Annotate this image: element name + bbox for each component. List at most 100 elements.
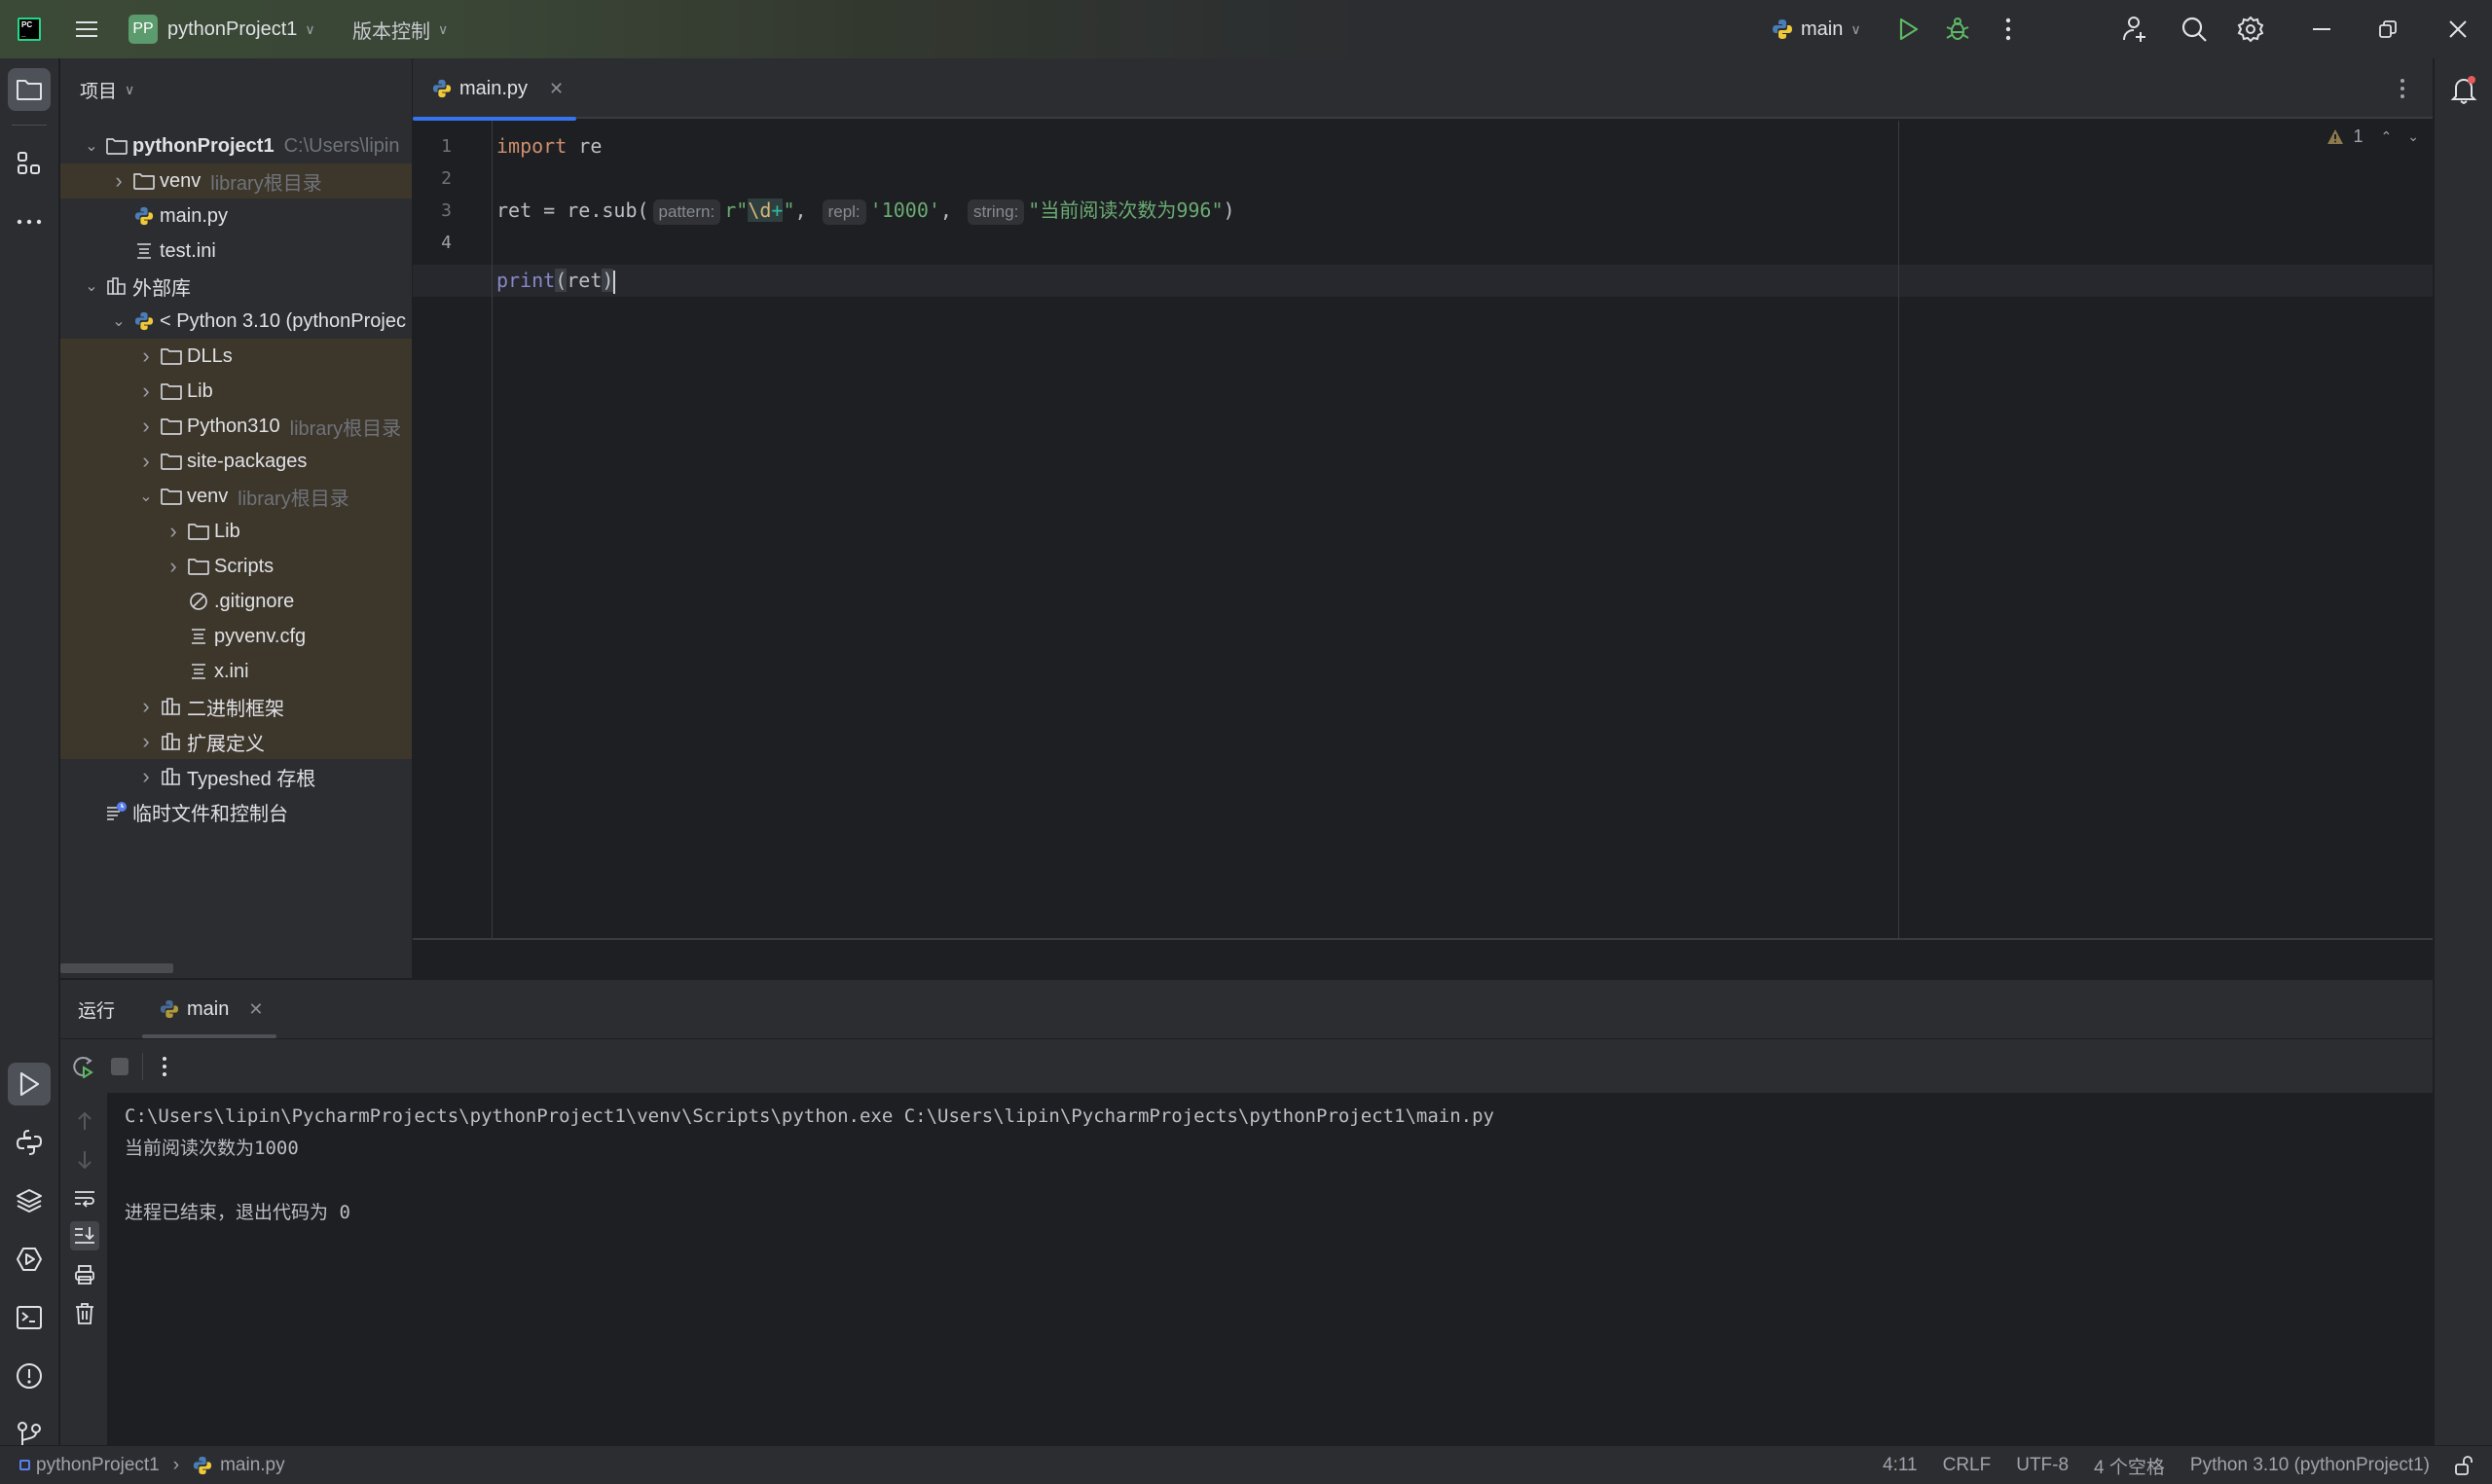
chevron-right-icon[interactable]: › <box>136 694 156 719</box>
tree-item[interactable]: 临时文件和控制台 <box>60 794 412 829</box>
previous-highlight-icon[interactable]: ⌃ <box>2381 128 2393 145</box>
editor-bottom-area <box>413 938 2433 978</box>
folder-icon <box>17 80 42 100</box>
services-tool-button[interactable] <box>8 1238 51 1281</box>
chevron-down-icon[interactable]: ⌄ <box>136 487 156 506</box>
warning-count: 1 <box>2353 127 2364 146</box>
tree-item[interactable]: › Typeshed 存根 <box>60 759 412 794</box>
scroll-down-button[interactable] <box>70 1145 99 1175</box>
close-tab-icon[interactable]: ✕ <box>549 79 564 99</box>
project-tool-button[interactable] <box>8 68 51 111</box>
inspection-widget[interactable]: 1 ⌃ ⌄ <box>2327 127 2419 147</box>
tree-item-label: site-packages <box>187 450 308 472</box>
tree-item[interactable]: › Lib <box>60 374 412 409</box>
more-actions-icon[interactable] <box>1994 15 2023 44</box>
tree-item[interactable]: main.py <box>60 199 412 234</box>
chevron-down-icon[interactable]: ⌄ <box>109 311 128 331</box>
breadcrumb-file[interactable]: main.py <box>220 1455 285 1476</box>
breadcrumb-project[interactable]: pythonProject1 <box>36 1455 160 1476</box>
stop-button[interactable] <box>105 1052 134 1081</box>
tab-main-py[interactable]: main.py ✕ <box>413 58 576 121</box>
file-encoding[interactable]: UTF-8 <box>2016 1455 2069 1476</box>
tree-item[interactable]: › Lib <box>60 514 412 549</box>
tree-item[interactable]: pyvenv.cfg <box>60 619 412 654</box>
python-console-tool-button[interactable] <box>8 1121 51 1164</box>
main-menu-icon[interactable] <box>72 15 101 44</box>
scroll-up-button[interactable] <box>70 1106 99 1136</box>
tree-item[interactable]: › venv library根目录 <box>60 163 412 199</box>
problems-tool-button[interactable] <box>8 1355 51 1397</box>
tree-item-label: 外部库 <box>132 277 191 300</box>
chevron-down-icon[interactable]: ⌄ <box>82 276 101 296</box>
chevron-right-icon[interactable]: › <box>136 344 156 369</box>
caret-position[interactable]: 4:11 <box>1883 1455 1918 1476</box>
more-tools-button[interactable] <box>8 200 51 243</box>
indent-setting[interactable]: 4 个空格 <box>2094 1453 2165 1479</box>
close-run-tab-icon[interactable]: ✕ <box>248 999 263 1020</box>
tree-item[interactable]: › Python310 library根目录 <box>60 409 412 444</box>
title-bar: PC _ PP pythonProject1 ∨ 版本控制 ∨ main ∨ <box>0 0 2492 58</box>
library-icon <box>160 765 183 788</box>
run-config-selector[interactable]: main ∨ <box>1772 0 1861 58</box>
console-output[interactable]: C:\Users\lipin\PycharmProjects\pythonPro… <box>107 1093 2433 1445</box>
tree-item[interactable]: ⌄ < Python 3.10 (pythonProjec <box>60 304 412 339</box>
tree-item[interactable]: › DLLs <box>60 339 412 374</box>
restore-window-icon[interactable] <box>2373 15 2402 44</box>
run-tab-main[interactable]: main ✕ <box>142 980 276 1038</box>
folder-icon <box>160 344 183 368</box>
horizontal-scrollbar[interactable] <box>60 963 173 973</box>
library-icon <box>160 730 183 753</box>
add-user-icon[interactable] <box>2120 14 2151 45</box>
python-console-icon <box>16 1130 43 1155</box>
run-more-icon[interactable] <box>150 1052 179 1081</box>
chevron-right-icon[interactable]: › <box>136 729 156 754</box>
tree-item[interactable]: › site-packages <box>60 444 412 479</box>
clear-console-button[interactable] <box>70 1299 99 1328</box>
notifications-button[interactable] <box>2442 68 2485 111</box>
read-only-toggle-lock-icon[interactable] <box>2455 1456 2473 1475</box>
code-text: ret <box>567 269 603 292</box>
tree-item[interactable]: › 二进制框架 <box>60 689 412 724</box>
chevron-right-icon[interactable]: › <box>109 168 128 194</box>
tree-item[interactable]: ⌄ pythonProject1 C:\Users\lipin <box>60 128 412 163</box>
tree-item[interactable]: ⌄ 外部库 <box>60 269 412 304</box>
chevron-right-icon[interactable]: › <box>136 414 156 439</box>
scroll-to-end-button[interactable] <box>70 1221 99 1250</box>
line-ending[interactable]: CRLF <box>1943 1455 1992 1476</box>
project-panel-header[interactable]: 项目 ∨ <box>60 58 412 121</box>
terminal-tool-button[interactable] <box>8 1296 51 1339</box>
run-button[interactable] <box>1894 15 1924 44</box>
tree-item[interactable]: ⌄ venv library根目录 <box>60 479 412 514</box>
chevron-right-icon[interactable]: › <box>164 554 183 579</box>
chevron-down-icon[interactable]: ⌄ <box>82 136 101 156</box>
tree-item[interactable]: x.ini <box>60 654 412 689</box>
toolbar-divider <box>142 1053 143 1080</box>
close-window-icon[interactable] <box>2443 15 2473 44</box>
next-highlight-icon[interactable]: ⌄ <box>2407 128 2419 145</box>
print-button[interactable] <box>70 1260 99 1289</box>
chevron-right-icon[interactable]: › <box>136 764 156 789</box>
debug-button[interactable] <box>1943 14 1972 45</box>
tree-item[interactable]: .gitignore <box>60 584 412 619</box>
tree-item[interactable]: test.ini <box>60 234 412 269</box>
settings-gear-icon[interactable] <box>2235 14 2266 45</box>
run-tool-button[interactable] <box>8 1063 51 1105</box>
tree-item-label: Lib <box>187 380 213 402</box>
chevron-right-icon[interactable]: › <box>136 379 156 404</box>
tree-item[interactable]: › 扩展定义 <box>60 724 412 759</box>
console-line: C:\Users\lipin\PycharmProjects\pythonPro… <box>125 1105 1494 1127</box>
editor-more-icon[interactable] <box>2388 74 2417 103</box>
chevron-right-icon[interactable]: › <box>136 449 156 474</box>
python-packages-tool-button[interactable] <box>8 1179 51 1222</box>
python-interpreter[interactable]: Python 3.10 (pythonProject1) <box>2190 1455 2430 1476</box>
chevron-right-icon[interactable]: › <box>164 519 183 544</box>
structure-tool-button[interactable] <box>8 142 51 185</box>
project-selector[interactable]: PP pythonProject1 ∨ <box>128 0 315 58</box>
tree-item[interactable]: › Scripts <box>60 549 412 584</box>
search-icon[interactable] <box>2179 14 2210 45</box>
rerun-button[interactable] <box>68 1052 97 1081</box>
vcs-menu[interactable]: 版本控制 ∨ <box>352 0 448 58</box>
code-area[interactable]: 1 2 3 4 import re ret = re.sub(pattern: r… <box>413 121 2433 938</box>
soft-wrap-button[interactable] <box>70 1184 99 1213</box>
minimize-window-icon[interactable] <box>2307 15 2336 44</box>
